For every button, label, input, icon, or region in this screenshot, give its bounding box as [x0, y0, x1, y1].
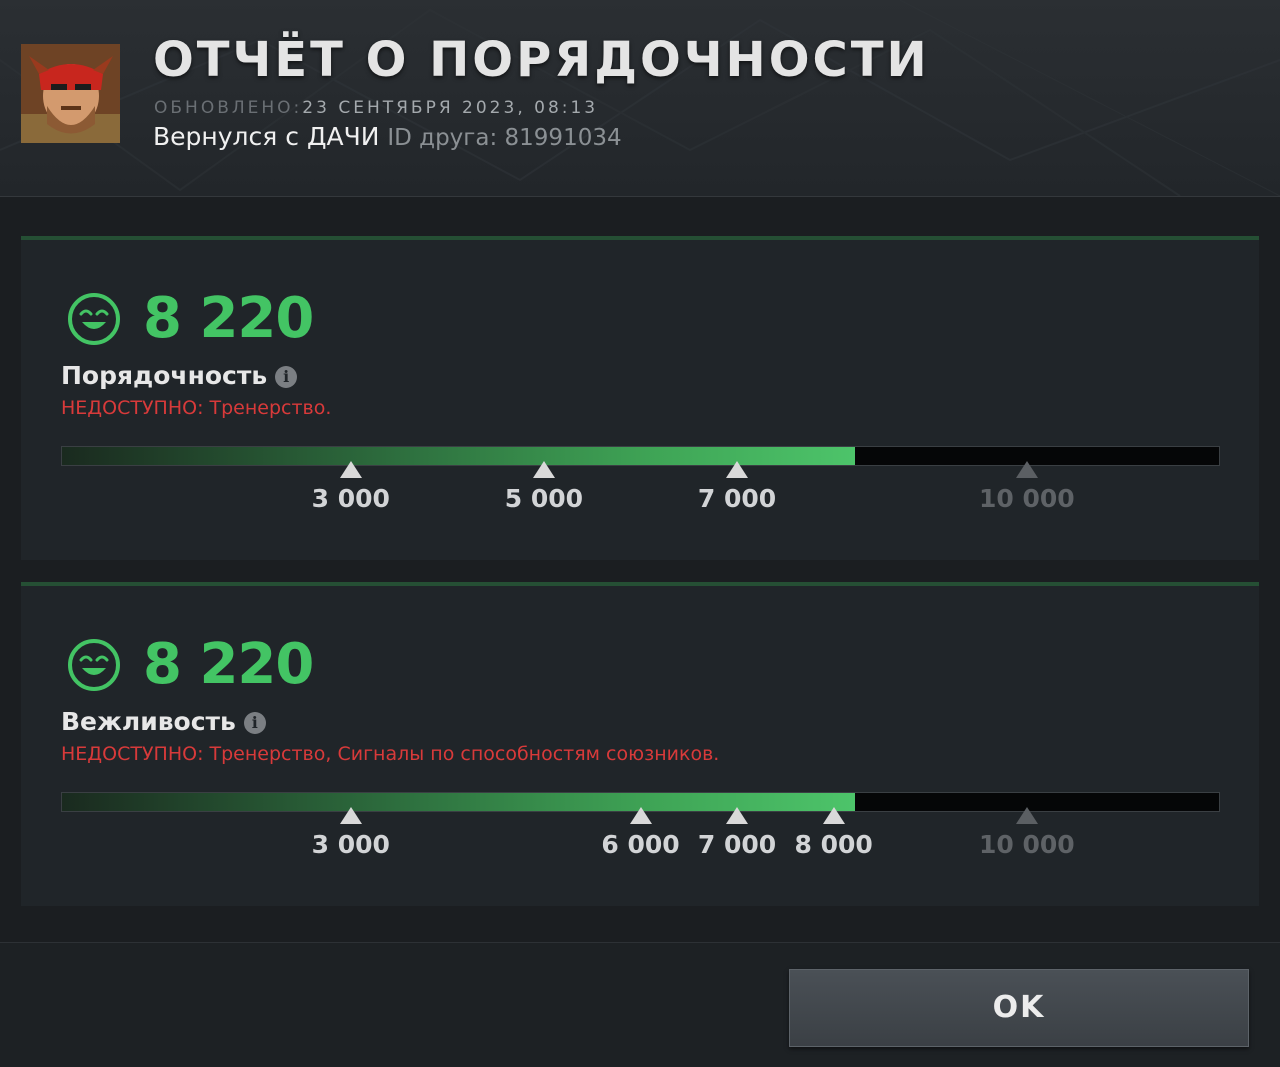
milestone-triangle-icon: [339, 461, 362, 478]
milestone-triangle-icon: [339, 807, 362, 824]
info-icon[interactable]: i: [243, 712, 266, 734]
milestone-label: 5 000: [504, 484, 584, 513]
updated-value: 23 СЕНТЯБРЯ 2023, 08:13: [302, 98, 599, 118]
player-name: Вернулся с ДАЧИ: [153, 122, 380, 151]
milestone-label: 10 000: [978, 830, 1075, 859]
page-title: ОТЧЁТ О ПОРЯДОЧНОСТИ: [153, 32, 930, 88]
milestone-triangle-icon: [726, 461, 749, 478]
milestone-label: 8 000: [794, 830, 873, 859]
politeness-label-text: Вежливость: [61, 707, 236, 736]
milestone-triangle-icon: [822, 807, 845, 824]
conduct-progress-bar: [61, 446, 1220, 466]
conduct-unavailable-text: НЕДОСТУПНО: Тренерство.: [61, 397, 332, 419]
conduct-panel: 8 220 Порядочность i НЕДОСТУПНО: Тренерст…: [21, 236, 1259, 560]
ok-button[interactable]: OK: [789, 969, 1249, 1047]
milestone-label: 3 000: [311, 484, 390, 513]
politeness-panel: 8 220 Вежливость i НЕДОСТУПНО: Тренерство…: [21, 582, 1259, 906]
milestone-triangle-icon: [1015, 807, 1038, 824]
smiling-face-icon: [68, 293, 120, 345]
milestone-triangle-icon: [629, 807, 652, 824]
conduct-label-text: Порядочность: [61, 361, 268, 390]
conduct-score: 8 220: [143, 286, 314, 351]
politeness-unavailable-text: НЕДОСТУПНО: Тренерство, Сигналы по спосо…: [61, 743, 720, 765]
updated-timestamp: ОБНОВЛЕНО:23 СЕНТЯБРЯ 2023, 08:13: [154, 98, 598, 118]
politeness-score: 8 220: [143, 632, 314, 697]
politeness-label: Вежливость i: [61, 707, 266, 736]
smiling-face-icon: [68, 639, 120, 691]
player-avatar: [21, 44, 120, 143]
milestone-triangle-icon: [1015, 461, 1038, 478]
milestone-label: 3 000: [311, 830, 390, 859]
player-info: Вернулся с ДАЧИ ID друга: 81991034: [153, 122, 622, 151]
milestone-label: 7 000: [697, 484, 777, 513]
info-icon[interactable]: i: [275, 366, 298, 388]
conduct-label: Порядочность i: [61, 361, 298, 390]
milestone-triangle-icon: [532, 461, 555, 478]
friend-id: ID друга: 81991034: [387, 125, 622, 151]
updated-label: ОБНОВЛЕНО:: [154, 98, 303, 118]
milestone-triangle-icon: [726, 807, 749, 824]
milestone-label: 10 000: [978, 484, 1075, 513]
